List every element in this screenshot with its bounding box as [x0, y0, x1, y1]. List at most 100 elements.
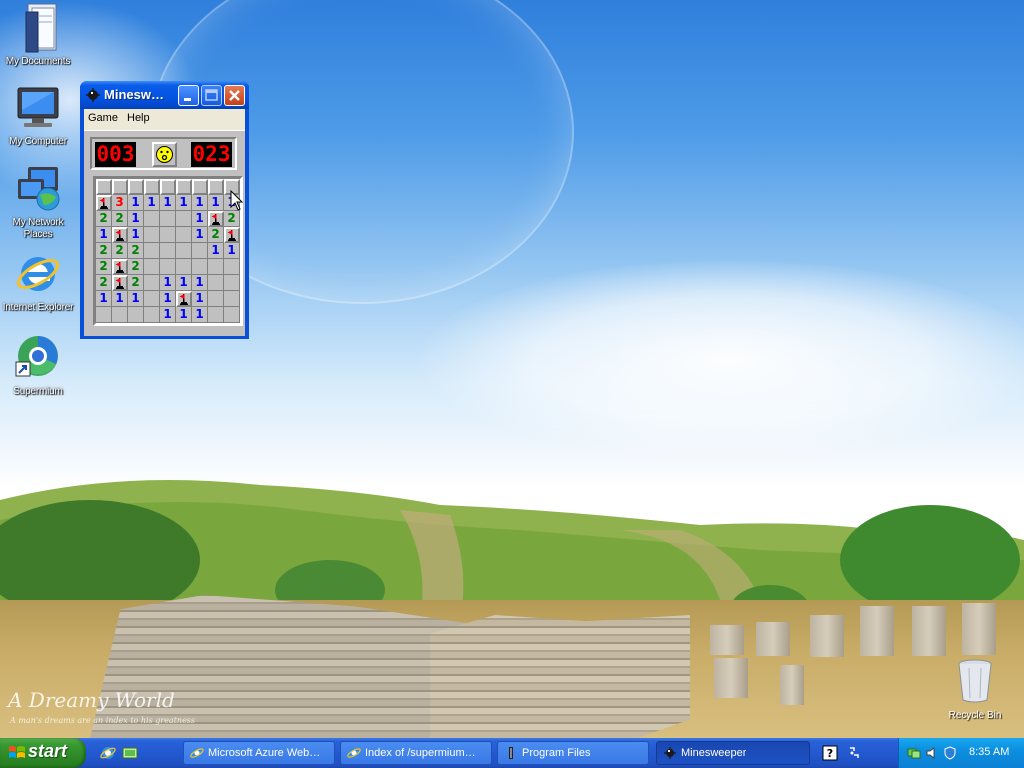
cell-flagged[interactable]: [112, 259, 128, 275]
cell-empty[interactable]: [176, 211, 192, 227]
quicklaunch-show-desktop-icon[interactable]: [122, 745, 138, 761]
cell-number[interactable]: 2: [96, 211, 112, 227]
cell-number[interactable]: 1: [176, 275, 192, 291]
cell-number[interactable]: 2: [128, 243, 144, 259]
cell-number[interactable]: 1: [192, 291, 208, 307]
cell-number[interactable]: 1: [128, 291, 144, 307]
tray-volume-icon[interactable]: [925, 745, 939, 759]
cell-empty[interactable]: [144, 211, 160, 227]
cell-empty[interactable]: [176, 243, 192, 259]
cell-empty[interactable]: [160, 227, 176, 243]
cell-number[interactable]: 2: [96, 259, 112, 275]
cell-empty[interactable]: [144, 227, 160, 243]
taskbar-button-minesweeper[interactable]: Minesweeper: [656, 741, 810, 765]
cell-number[interactable]: 1: [96, 227, 112, 243]
close-button[interactable]: [224, 85, 245, 106]
cell-number[interactable]: 1: [208, 243, 224, 259]
cell-number[interactable]: 1: [176, 307, 192, 323]
cell-empty[interactable]: [112, 307, 128, 323]
cell-covered[interactable]: [112, 179, 128, 195]
cell-number[interactable]: 2: [112, 243, 128, 259]
cell-number[interactable]: 2: [96, 243, 112, 259]
desktop-icon-recycle-bin[interactable]: Recycle Bin: [940, 658, 1010, 721]
cell-number[interactable]: 1: [128, 227, 144, 243]
cell-number[interactable]: 3: [112, 195, 128, 211]
cell-empty[interactable]: [224, 291, 240, 307]
cell-number[interactable]: 1: [192, 195, 208, 211]
maximize-button[interactable]: [201, 85, 222, 106]
cell-empty[interactable]: [224, 259, 240, 275]
cell-empty[interactable]: [128, 307, 144, 323]
cell-flagged[interactable]: [176, 291, 192, 307]
tray-security-icon[interactable]: [943, 745, 957, 760]
cell-flagged[interactable]: [96, 195, 112, 211]
cell-number[interactable]: 1: [192, 307, 208, 323]
cell-number[interactable]: 2: [112, 211, 128, 227]
cell-number[interactable]: 2: [208, 227, 224, 243]
mine-grid[interactable]: 3111111122112111222211222211111111111: [96, 179, 240, 323]
cell-empty[interactable]: [144, 259, 160, 275]
cell-number[interactable]: 1: [192, 275, 208, 291]
cell-empty[interactable]: [160, 211, 176, 227]
help-icon[interactable]: ?: [822, 745, 838, 761]
taskbar-button-azure[interactable]: Microsoft Azure Web…: [183, 741, 335, 765]
desktop-icon-my-computer[interactable]: My Computer: [0, 84, 76, 148]
cell-empty[interactable]: [208, 291, 224, 307]
reset-face-button[interactable]: [152, 142, 177, 167]
start-button[interactable]: start: [0, 738, 86, 768]
network-icon[interactable]: [846, 745, 862, 761]
cell-number[interactable]: 1: [160, 275, 176, 291]
cell-number[interactable]: 2: [96, 275, 112, 291]
cell-number[interactable]: 2: [128, 275, 144, 291]
menu-help[interactable]: Help: [127, 112, 150, 124]
desktop-icon-internet-explorer[interactable]: Internet Explorer: [0, 250, 76, 314]
cell-number[interactable]: 1: [224, 243, 240, 259]
cell-covered[interactable]: [192, 179, 208, 195]
cell-flagged[interactable]: [224, 227, 240, 243]
desktop-icon-my-network-places[interactable]: My Network Places: [0, 165, 76, 241]
cell-number[interactable]: 1: [160, 307, 176, 323]
cell-empty[interactable]: [144, 307, 160, 323]
cell-number[interactable]: 2: [128, 259, 144, 275]
cell-number[interactable]: 1: [176, 195, 192, 211]
cell-number[interactable]: 1: [192, 211, 208, 227]
cell-empty[interactable]: [208, 275, 224, 291]
cell-number[interactable]: 1: [192, 227, 208, 243]
cell-number[interactable]: 1: [112, 291, 128, 307]
cell-covered[interactable]: [208, 179, 224, 195]
cell-empty[interactable]: [224, 307, 240, 323]
cell-number[interactable]: 1: [160, 195, 176, 211]
minimize-button[interactable]: [178, 85, 199, 106]
cell-covered[interactable]: [144, 179, 160, 195]
cell-empty[interactable]: [144, 275, 160, 291]
cell-empty[interactable]: [192, 243, 208, 259]
cell-number[interactable]: 2: [224, 211, 240, 227]
menu-game[interactable]: Game: [88, 112, 118, 124]
desktop-icon-my-documents[interactable]: My Documents: [0, 2, 76, 68]
cell-number[interactable]: 1: [160, 291, 176, 307]
window-titlebar[interactable]: Minesw…: [80, 81, 249, 109]
cell-empty[interactable]: [208, 259, 224, 275]
cell-number[interactable]: 1: [128, 195, 144, 211]
cell-flagged[interactable]: [112, 275, 128, 291]
cell-flagged[interactable]: [208, 211, 224, 227]
desktop-icon-supermium[interactable]: Supermium: [0, 332, 76, 398]
cell-covered[interactable]: [128, 179, 144, 195]
cell-flagged[interactable]: [112, 227, 128, 243]
cell-empty[interactable]: [208, 307, 224, 323]
minesweeper-window[interactable]: Minesw… Game Help 003 023 3 1 1 1 1 1 1 …: [80, 81, 249, 339]
taskbar-button-program-files[interactable]: Program Files: [497, 741, 649, 765]
cell-covered[interactable]: [96, 179, 112, 195]
cell-empty[interactable]: [160, 259, 176, 275]
cell-empty[interactable]: [144, 243, 160, 259]
cell-empty[interactable]: [192, 259, 208, 275]
cell-empty[interactable]: [224, 275, 240, 291]
tray-network-icon[interactable]: [907, 745, 921, 759]
cell-number[interactable]: 1: [144, 195, 160, 211]
cell-empty[interactable]: [144, 291, 160, 307]
cell-number[interactable]: 1: [128, 211, 144, 227]
cell-number[interactable]: 1: [96, 291, 112, 307]
cell-empty[interactable]: [176, 227, 192, 243]
cell-empty[interactable]: [176, 259, 192, 275]
taskbar-button-supermium-index[interactable]: Index of /supermium…: [340, 741, 492, 765]
